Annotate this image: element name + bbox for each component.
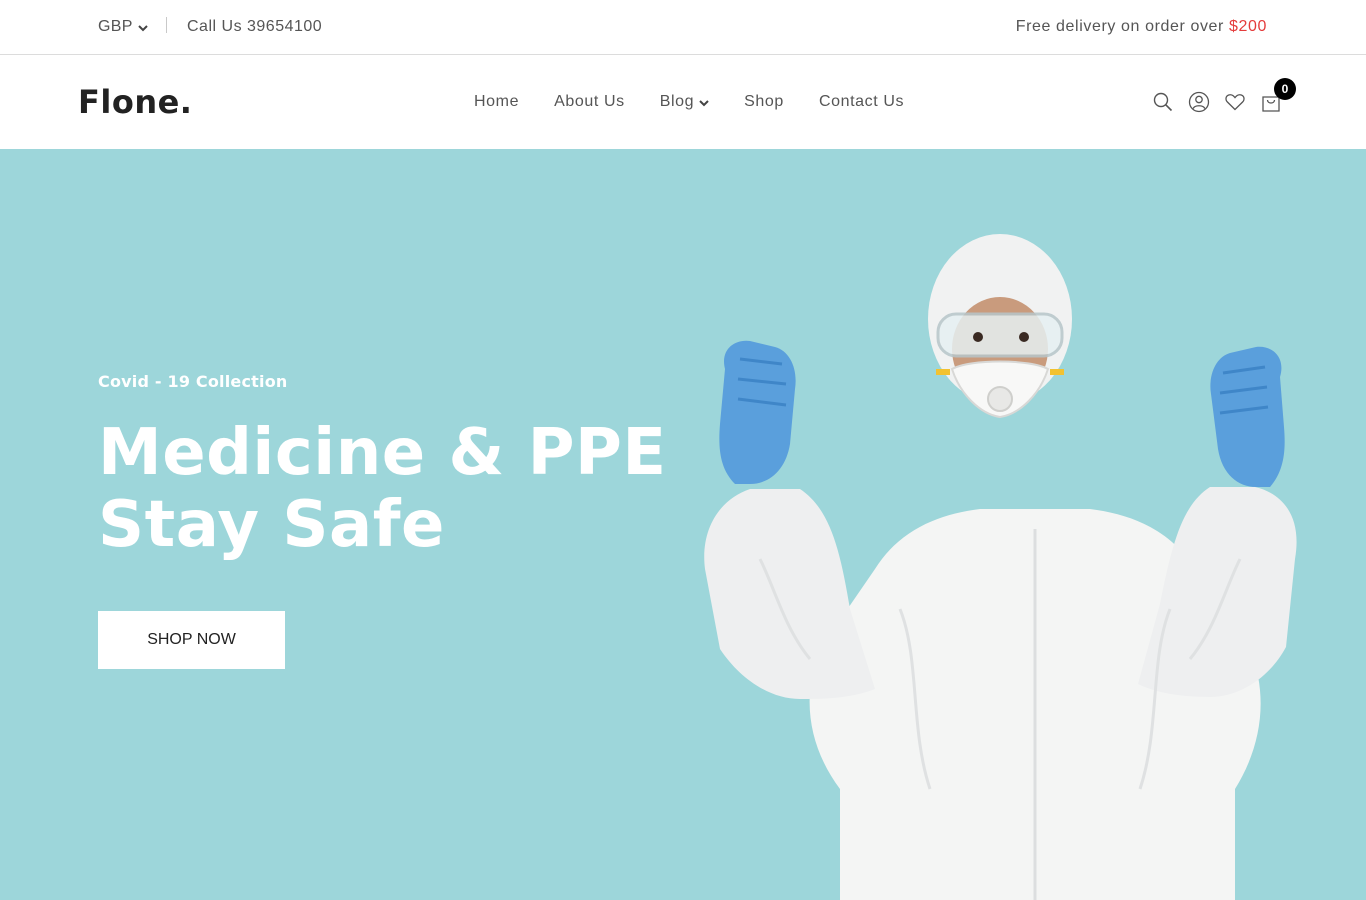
hero-subtitle: Covid - 19 Collection [98, 372, 288, 391]
nav-blog[interactable]: Blog [660, 93, 709, 111]
top-bar: GBP Call Us 39654100 Free delivery on or… [0, 0, 1366, 55]
shop-now-button[interactable]: SHOP NOW [98, 611, 285, 669]
header-icons: 0 [1152, 55, 1296, 149]
nav-contact-us[interactable]: Contact Us [819, 93, 904, 111]
search-button[interactable] [1152, 91, 1174, 113]
nav-contact-us-label: Contact Us [818, 93, 905, 110]
hero-headline: Medicine & PPE Stay Safe [98, 417, 718, 561]
nav-home-label: Home [474, 93, 520, 110]
delivery-amount: $200 [1229, 18, 1267, 35]
hero-headline-line1: Medicine & PPE [98, 416, 667, 490]
call-us-text: Call Us 39654100 [187, 18, 323, 35]
currency-label: GBP [98, 18, 133, 35]
nav-about-us[interactable]: About Us [554, 93, 625, 111]
chevron-down-icon [699, 99, 709, 106]
currency-selector[interactable]: GBP [98, 0, 148, 54]
main-header: Flone. Home About Us Blog Shop Contact U… [0, 55, 1366, 149]
hero-banner: Covid - 19 Collection Medicine & PPE Sta… [0, 149, 1366, 900]
delivery-text: Free delivery on order over [1015, 18, 1224, 35]
wishlist-button[interactable] [1224, 91, 1246, 113]
heart-icon [1225, 94, 1245, 111]
topbar-divider [166, 17, 167, 33]
main-nav: Home About Us Blog Shop Contact Us [474, 55, 904, 149]
nav-blog-label: Blog [659, 93, 695, 110]
account-button[interactable] [1188, 91, 1210, 113]
cart-button[interactable]: 0 [1260, 78, 1296, 113]
search-icon [1153, 92, 1173, 112]
hero-headline-line2: Stay Safe [98, 488, 445, 562]
nav-shop-label: Shop [744, 93, 784, 110]
site-logo[interactable]: Flone. [78, 55, 192, 149]
chevron-down-icon [137, 24, 148, 31]
nav-home[interactable]: Home [474, 93, 519, 111]
nav-shop[interactable]: Shop [744, 93, 784, 111]
user-icon [1188, 91, 1210, 113]
nav-about-us-label: About Us [554, 93, 625, 110]
free-delivery-notice: Free delivery on order over $200 [1016, 0, 1267, 54]
ppe-person-image [704, 234, 1297, 900]
cart-count-badge: 0 [1274, 78, 1296, 100]
